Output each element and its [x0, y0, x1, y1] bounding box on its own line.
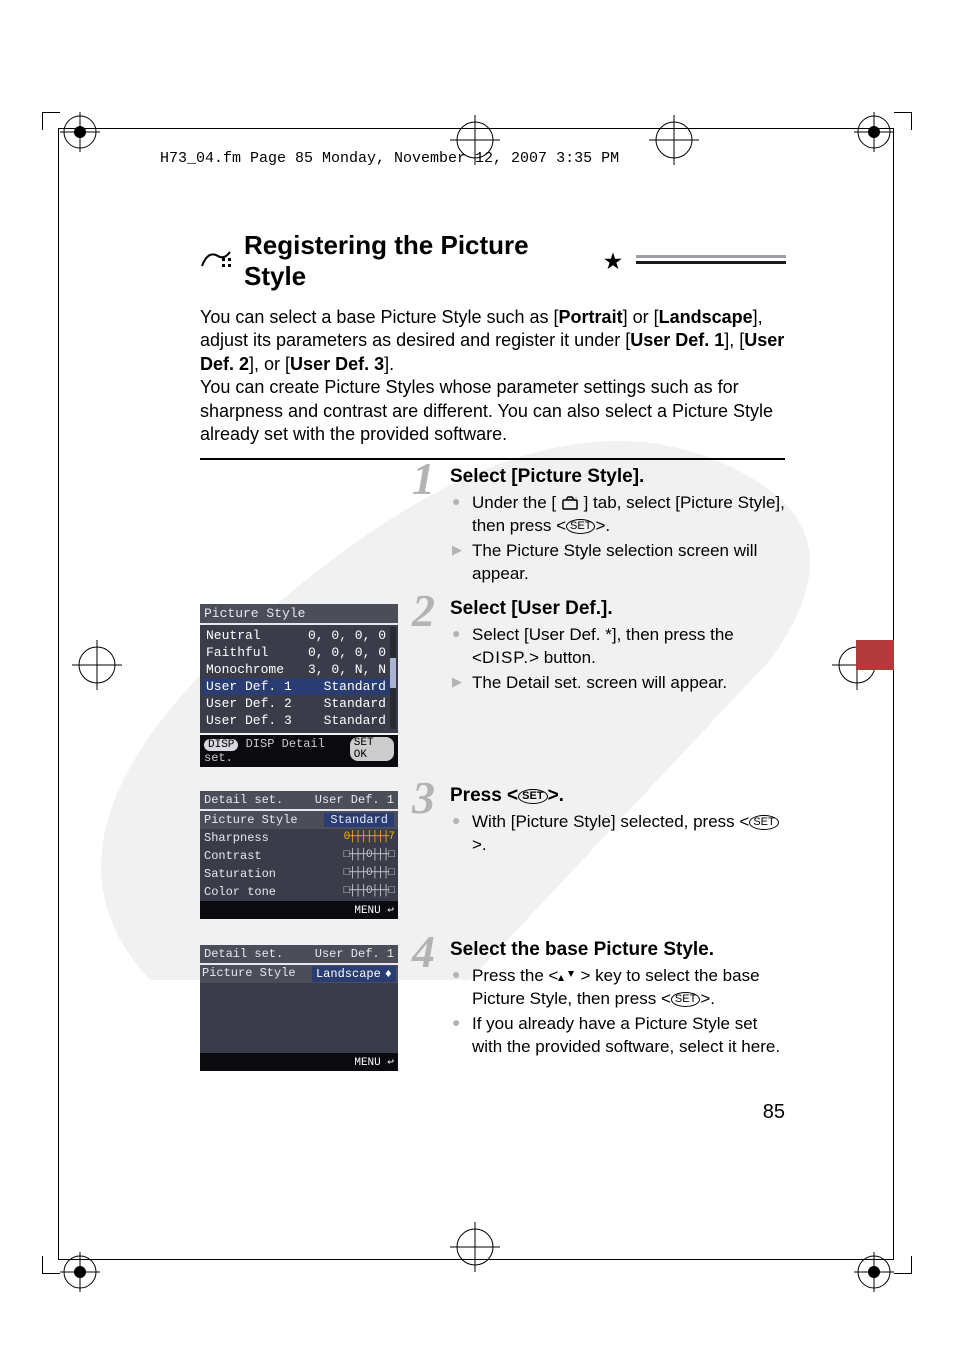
step-number-4: 4 — [412, 929, 435, 975]
crop-corner-bl — [42, 1256, 60, 1274]
page-title: Registering the Picture Style ★ — [200, 230, 785, 292]
section-tab — [856, 640, 894, 670]
star-icon: ★ — [604, 249, 622, 274]
step-2-title: Select [User Def.]. — [450, 598, 785, 620]
crosshair-icon — [450, 1222, 500, 1272]
intro-paragraph: You can select a base Picture Style such… — [200, 306, 785, 446]
lcd-screenshot-base-style: Detail set.User Def. 1 Picture Style Lan… — [200, 945, 398, 1071]
up-down-key-icon — [558, 966, 580, 985]
step-1-bullet: Under the [ : ] tab, select [Picture Sty… — [450, 492, 785, 538]
lcd-screenshot-detail-set: Detail set.User Def. 1 Picture StyleStan… — [200, 791, 398, 919]
divider — [200, 458, 785, 460]
step-4-title: Select the base Picture Style. — [450, 939, 785, 961]
crop-corner-tr — [894, 112, 912, 130]
step-2-result: The Detail set. screen will appear. — [450, 672, 785, 695]
picture-style-icon — [200, 246, 236, 277]
step-number-3: 3 — [412, 775, 435, 821]
step-3-bullet: With [Picture Style] selected, press <SE… — [450, 811, 785, 857]
step-1-title: Select [Picture Style]. — [450, 466, 785, 488]
step-number-1: 1 — [412, 456, 435, 502]
page-number: 85 — [200, 1101, 785, 1124]
crosshair-icon — [72, 640, 122, 690]
lcd-screenshot-picture-style: Picture Style Neutral0, 0, 0, 0Faithful0… — [200, 604, 398, 767]
page-title-text: Registering the Picture Style — [244, 230, 596, 292]
step-3-title: Press <SET>. — [450, 785, 785, 807]
set-button-icon: SET — [671, 992, 700, 1007]
page-header-line: H73_04.fm Page 85 Monday, November 12, 2… — [160, 150, 800, 167]
svg-text::: : — [575, 496, 577, 503]
register-mark-icon — [60, 1252, 100, 1292]
set-button-icon: SET — [749, 815, 778, 830]
crop-corner-br — [894, 1256, 912, 1274]
step-number-2: 2 — [412, 588, 435, 634]
step-2-bullet: Select [User Def. *], then press the <DI… — [450, 624, 785, 670]
updown-icon: ♦ — [385, 967, 392, 981]
register-mark-icon — [854, 112, 894, 152]
step-4-bullet-1: Press the <> key to select the base Pict… — [450, 965, 785, 1011]
set-button-icon: SET — [566, 519, 595, 534]
step-4-bullet-2: If you already have a Picture Style set … — [450, 1013, 785, 1059]
crop-corner-tl — [42, 112, 60, 130]
camera-tab-icon: : — [556, 493, 583, 512]
set-button-icon: SET — [518, 789, 547, 804]
register-mark-icon — [60, 112, 100, 152]
register-mark-icon — [854, 1252, 894, 1292]
step-1-result: The Picture Style selection screen will … — [450, 540, 785, 586]
